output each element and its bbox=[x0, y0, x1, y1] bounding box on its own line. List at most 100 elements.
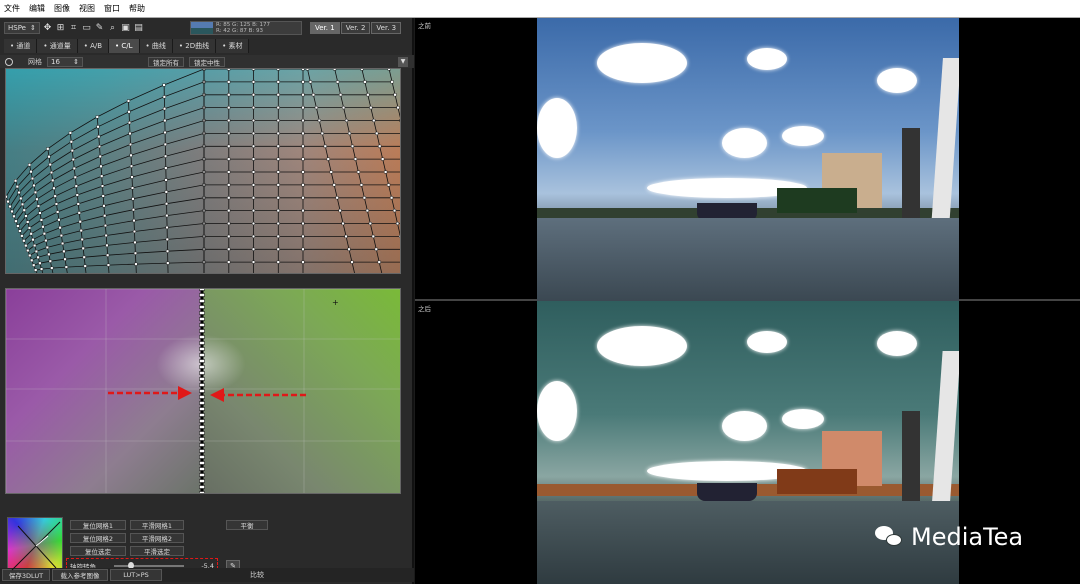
grid-node bbox=[35, 197, 39, 201]
smooth-selected-button[interactable]: 平滑选定 bbox=[130, 546, 184, 556]
menu-view[interactable]: 视图 bbox=[79, 3, 95, 14]
grid-node bbox=[199, 317, 205, 321]
grid-node bbox=[301, 80, 305, 84]
menu-file[interactable]: 文件 bbox=[4, 3, 20, 14]
grid-col-line bbox=[361, 69, 400, 237]
color-grid-panel-2[interactable]: + bbox=[5, 288, 401, 494]
grid-node bbox=[83, 264, 87, 268]
grid-node bbox=[33, 244, 37, 248]
snapshot-icon[interactable]: ▣ bbox=[120, 23, 131, 34]
after-viewport[interactable]: 之后 MediaTea bbox=[415, 301, 1080, 584]
grid-node bbox=[199, 311, 205, 315]
grid-node bbox=[251, 260, 255, 264]
grid-node bbox=[199, 461, 205, 465]
grid-node bbox=[166, 249, 170, 253]
grid-node bbox=[276, 234, 280, 238]
tab-ab[interactable]: • A/B bbox=[77, 38, 110, 53]
grid-row-line bbox=[33, 248, 400, 266]
grid-node bbox=[378, 144, 382, 148]
red-arrow-left-head bbox=[178, 386, 192, 400]
grid-node bbox=[227, 247, 231, 251]
grid-node bbox=[199, 371, 205, 375]
version-1-button[interactable]: Ver. 1 bbox=[310, 22, 340, 34]
grid-node bbox=[19, 196, 23, 200]
grid-node bbox=[365, 209, 369, 213]
tab-channels-label: 通道 bbox=[16, 41, 31, 50]
grid-node bbox=[301, 131, 305, 135]
lut-to-ps-button[interactable]: LUT>PS bbox=[110, 569, 162, 581]
menu-image[interactable]: 图像 bbox=[54, 3, 70, 14]
histogram-icon[interactable]: ▤ bbox=[133, 23, 144, 34]
reset-grid-1-button[interactable]: 复位网格1 bbox=[70, 520, 126, 530]
grid-node bbox=[17, 191, 21, 195]
grid-node bbox=[251, 106, 255, 110]
grid-size-select[interactable]: 16 ⇕ bbox=[47, 56, 83, 67]
dropdown-arrow-icon[interactable]: ▼ bbox=[398, 56, 408, 67]
lock-neutral-button[interactable]: 锁定中性 bbox=[189, 56, 225, 67]
grid-node bbox=[341, 221, 345, 225]
tab-curves-label: 曲线 bbox=[151, 41, 166, 50]
smooth-grid-2-button[interactable]: 平滑网格2 bbox=[130, 533, 184, 543]
menu-edit[interactable]: 编辑 bbox=[29, 3, 45, 14]
grid-node bbox=[30, 258, 34, 262]
grid-node bbox=[314, 106, 318, 110]
grid-node bbox=[164, 190, 168, 194]
compare-label[interactable]: 比较 bbox=[250, 570, 264, 580]
grid-node bbox=[360, 69, 364, 71]
grid-label: 网格 bbox=[28, 57, 42, 66]
menu-window[interactable]: 窗口 bbox=[104, 3, 120, 14]
watermark: MediaTea bbox=[875, 523, 1023, 551]
grid-move-icon[interactable]: ⊞ bbox=[55, 23, 66, 34]
zoom-icon[interactable]: ⌕ bbox=[107, 23, 118, 34]
grid-node bbox=[49, 170, 53, 174]
grid-node bbox=[276, 69, 280, 71]
grid-node bbox=[251, 119, 255, 123]
grid-node bbox=[227, 170, 231, 174]
lock-all-button[interactable]: 锁定所有 bbox=[148, 56, 184, 67]
grid-node bbox=[227, 80, 231, 84]
grid-node bbox=[20, 234, 24, 238]
grid-node bbox=[301, 183, 305, 187]
version-2-button[interactable]: Ver. 2 bbox=[340, 22, 371, 34]
tab-channel-amount[interactable]: • 通道量 bbox=[37, 38, 78, 53]
color-grid-panel-1[interactable] bbox=[5, 68, 401, 274]
grid-node bbox=[36, 255, 40, 259]
grid-node bbox=[308, 80, 312, 84]
grid-node bbox=[317, 119, 321, 123]
reset-selected-button[interactable]: 复位选定 bbox=[70, 546, 126, 556]
move-icon[interactable]: ✥ bbox=[42, 23, 53, 34]
grid-node bbox=[227, 69, 231, 71]
tab-cl[interactable]: • C/L bbox=[109, 38, 140, 53]
version-3-button[interactable]: Ver. 3 bbox=[371, 22, 402, 34]
tab-2d-curves[interactable]: • 2D曲线 bbox=[172, 38, 217, 53]
smooth-grid-1-button[interactable]: 平滑网格1 bbox=[130, 520, 184, 530]
grid-node bbox=[387, 69, 391, 71]
grid-node bbox=[199, 443, 205, 447]
grid-node bbox=[42, 232, 46, 236]
select-rect-icon[interactable]: ▭ bbox=[81, 23, 92, 34]
grid-node bbox=[76, 202, 80, 206]
grid-node bbox=[251, 80, 255, 84]
grid-node bbox=[251, 131, 255, 135]
grid-node bbox=[165, 237, 169, 241]
grid-node bbox=[399, 234, 400, 238]
grid-node bbox=[199, 449, 205, 453]
grid-node bbox=[359, 183, 363, 187]
grid-node bbox=[130, 186, 134, 190]
eyedropper-icon[interactable]: ✎ bbox=[94, 23, 105, 34]
tab-channels[interactable]: • 通道 bbox=[4, 38, 38, 53]
menu-help[interactable]: 帮助 bbox=[129, 3, 145, 14]
reset-grid-2-button[interactable]: 复位网格2 bbox=[70, 533, 126, 543]
split-icon[interactable]: ⌗ bbox=[68, 23, 79, 34]
grid-node bbox=[164, 154, 168, 158]
color-wheel-preview[interactable] bbox=[7, 517, 63, 573]
grid-row-line bbox=[35, 261, 400, 271]
before-viewport[interactable]: 之前 bbox=[415, 18, 1080, 301]
colorspace-select[interactable]: HSPe ⇕ bbox=[4, 22, 40, 34]
circle-icon[interactable] bbox=[5, 57, 13, 66]
tab-curves[interactable]: • 曲线 bbox=[139, 38, 173, 53]
grid-node bbox=[301, 106, 305, 110]
balance-button[interactable]: 平衡 bbox=[226, 520, 268, 530]
tab-materials[interactable]: • 素材 bbox=[216, 38, 250, 53]
grid-node bbox=[103, 224, 107, 228]
